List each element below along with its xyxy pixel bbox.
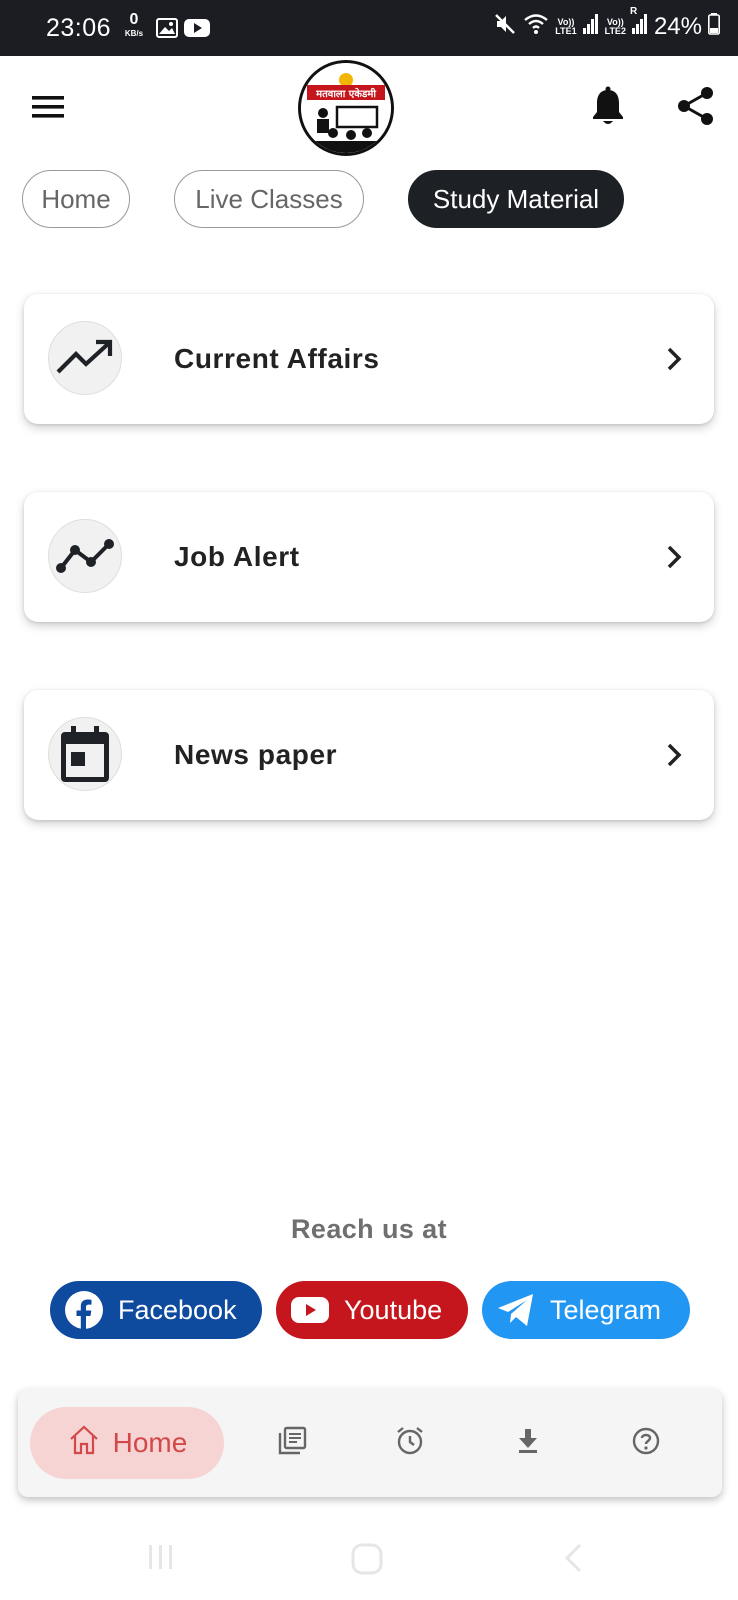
chevron-right-icon [664,344,684,374]
facebook-label: Facebook [118,1294,237,1325]
sim2-label: Vo)) LTE2 [604,17,626,36]
youtube-icon [290,1290,330,1330]
net-speed: 0 KB/s [120,12,148,38]
bottom-nav: Home [18,1389,722,1497]
app-bar: मतवाला एकेडमी [0,56,738,156]
net-speed-unit: KB/s [124,29,144,38]
mute-icon [493,12,517,41]
sim1-label: Vo)) LTE1 [555,17,577,36]
back-icon[interactable] [562,1542,584,1579]
tab-study-material[interactable]: Study Material [408,170,624,228]
card-label: News paper [174,739,338,770]
signal2-icon: R [630,6,648,39]
app-logo: मतवाला एकेडमी [298,60,394,156]
reach-us-title: Reach us at [291,1214,447,1244]
system-nav-bar [0,1520,738,1600]
hamburger-icon[interactable] [28,90,72,124]
telegram-label: Telegram [550,1294,662,1325]
card-news-paper[interactable]: News paper [24,690,714,820]
tab-bar: Home Live Classes Study Material [0,170,738,230]
nav-alarm[interactable] [392,1425,428,1461]
sim2-lte: LTE2 [604,25,626,36]
card-job-alert[interactable]: Job Alert [24,492,714,622]
net-speed-value: 0 [129,11,139,28]
download-icon [513,1426,543,1461]
home-system-icon[interactable] [350,1542,384,1581]
nav-library[interactable] [274,1425,310,1461]
telegram-button[interactable]: Telegram [482,1281,690,1339]
sim1-lte: LTE1 [555,25,577,36]
card-current-affairs[interactable]: Current Affairs [24,294,714,424]
calendar-icon [48,717,122,791]
battery-icon [708,13,720,40]
facebook-button[interactable]: Facebook [50,1281,262,1339]
logo-text: मतवाला एकेडमी [315,87,376,100]
gallery-icon [156,18,178,43]
youtube-button[interactable]: Youtube [276,1281,468,1339]
chevron-right-icon [664,542,684,572]
tab-live-classes[interactable]: Live Classes [174,170,364,228]
status-indicators: Vo)) LTE1 Vo)) LTE2 R 24% [493,6,720,41]
card-label: Current Affairs [174,343,380,374]
library-books-icon [277,1426,307,1461]
status-time: 23:06 [46,14,112,42]
facebook-icon [64,1290,104,1330]
youtube-notification-icon [184,19,210,42]
tab-home[interactable]: Home [22,170,130,228]
bell-icon[interactable] [588,84,628,128]
nav-home[interactable]: Home [30,1407,224,1479]
chevron-right-icon [664,740,684,770]
card-label: Job Alert [174,541,300,572]
alarm-icon [395,1426,425,1461]
nav-home-label: Home [112,1427,188,1458]
nav-download[interactable] [510,1425,546,1461]
share-icon[interactable] [674,84,718,128]
wifi-icon [523,13,549,40]
roaming-indicator: R [629,6,638,17]
recent-apps-icon[interactable] [146,1542,176,1577]
nav-help[interactable] [628,1425,664,1461]
battery-percent: 24% [653,12,702,40]
help-icon [631,1426,661,1461]
signal1-icon [582,14,599,39]
trending-up-icon [48,321,122,395]
youtube-label: Youtube [344,1294,443,1325]
home-icon [67,1424,101,1463]
status-bar: 23:06 0 KB/s Vo)) LTE1 Vo)) LTE2 R 24% [0,0,738,56]
telegram-icon [496,1290,536,1330]
timeline-icon [48,519,122,593]
